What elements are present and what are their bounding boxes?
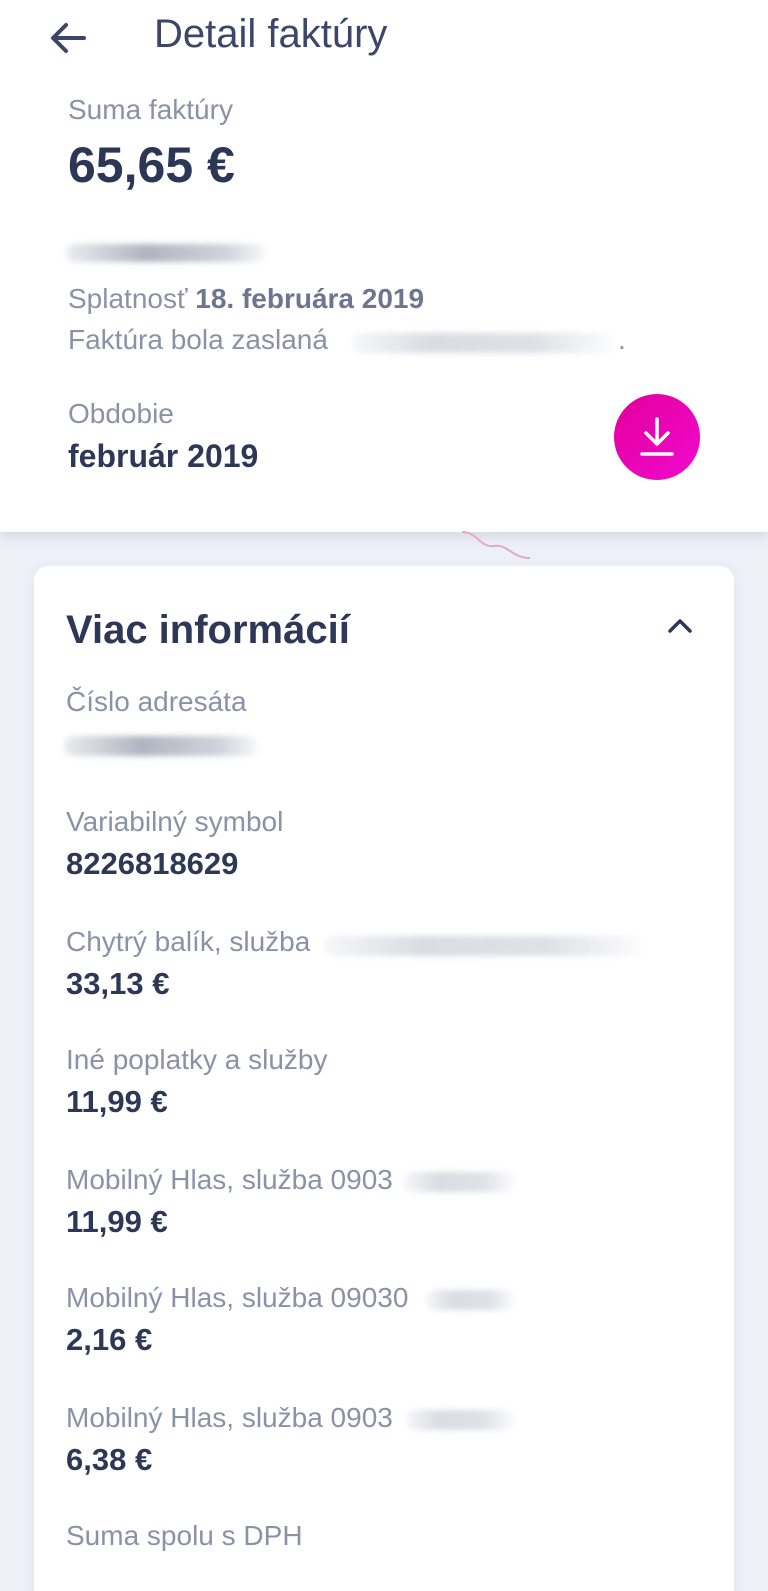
download-icon (640, 417, 674, 456)
mobile-voice-1-label: Mobilný Hlas, služba 0903 (66, 1164, 393, 1195)
period-value: február 2019 (68, 438, 259, 474)
due-date-prefix: Splatnosť (68, 283, 188, 314)
sent-line: Faktúra bola zaslaná (68, 324, 328, 356)
app-header: Detail faktúry (0, 0, 768, 80)
mobile-voice-2-value: 2,16 € (66, 1322, 153, 1357)
variable-symbol-value: 8226818629 (66, 846, 239, 881)
redacted-customer-name (66, 244, 266, 262)
sent-text: Faktúra bola zaslaná (68, 324, 328, 355)
redacted-phone-2 (426, 1290, 516, 1310)
total-with-vat-label: Suma spolu s DPH (66, 1520, 303, 1551)
invoice-summary-card: Detail faktúry Suma faktúry 65,65 € Spla… (0, 0, 768, 532)
period-label: Obdobie (68, 398, 174, 429)
page-title: Detail faktúry (154, 12, 388, 56)
arrow-left-icon[interactable] (44, 14, 92, 62)
due-date-line: Splatnosť 18. februára 2019 (68, 283, 424, 315)
more-info-card: Viac informácií Číslo adresáta Variabiln… (34, 566, 734, 1591)
sent-suffix: . (618, 324, 626, 355)
invoice-sum-value: 65,65 € (68, 137, 235, 193)
redacted-service-number (324, 936, 644, 956)
mobile-voice-1-value: 11,99 € (66, 1204, 168, 1239)
decorative-wave (461, 531, 531, 559)
mobile-voice-3-label: Mobilný Hlas, služba 0903 (66, 1402, 393, 1433)
redacted-phone-3 (406, 1410, 516, 1430)
redacted-recipient-number (64, 736, 258, 756)
other-fees-value: 11,99 € (66, 1084, 168, 1119)
smart-package-label: Chytrý balík, služba (66, 926, 311, 957)
chevron-up-icon[interactable] (664, 610, 696, 642)
other-fees-label: Iné poplatky a služby (66, 1044, 328, 1075)
mobile-voice-3-value: 6,38 € (66, 1442, 153, 1477)
due-date-value: 18. februára 2019 (195, 283, 425, 314)
redacted-phone-1 (404, 1172, 516, 1192)
redacted-email (352, 333, 614, 353)
variable-symbol-label: Variabilný symbol (66, 806, 284, 837)
smart-package-value: 33,13 € (66, 966, 170, 1001)
download-invoice-button[interactable] (614, 394, 700, 480)
invoice-sum-label: Suma faktúry (68, 94, 233, 125)
mobile-voice-2-label: Mobilný Hlas, služba 09030 (66, 1282, 409, 1313)
recipient-number-label: Číslo adresáta (66, 686, 247, 717)
more-info-title: Viac informácií (66, 608, 350, 652)
